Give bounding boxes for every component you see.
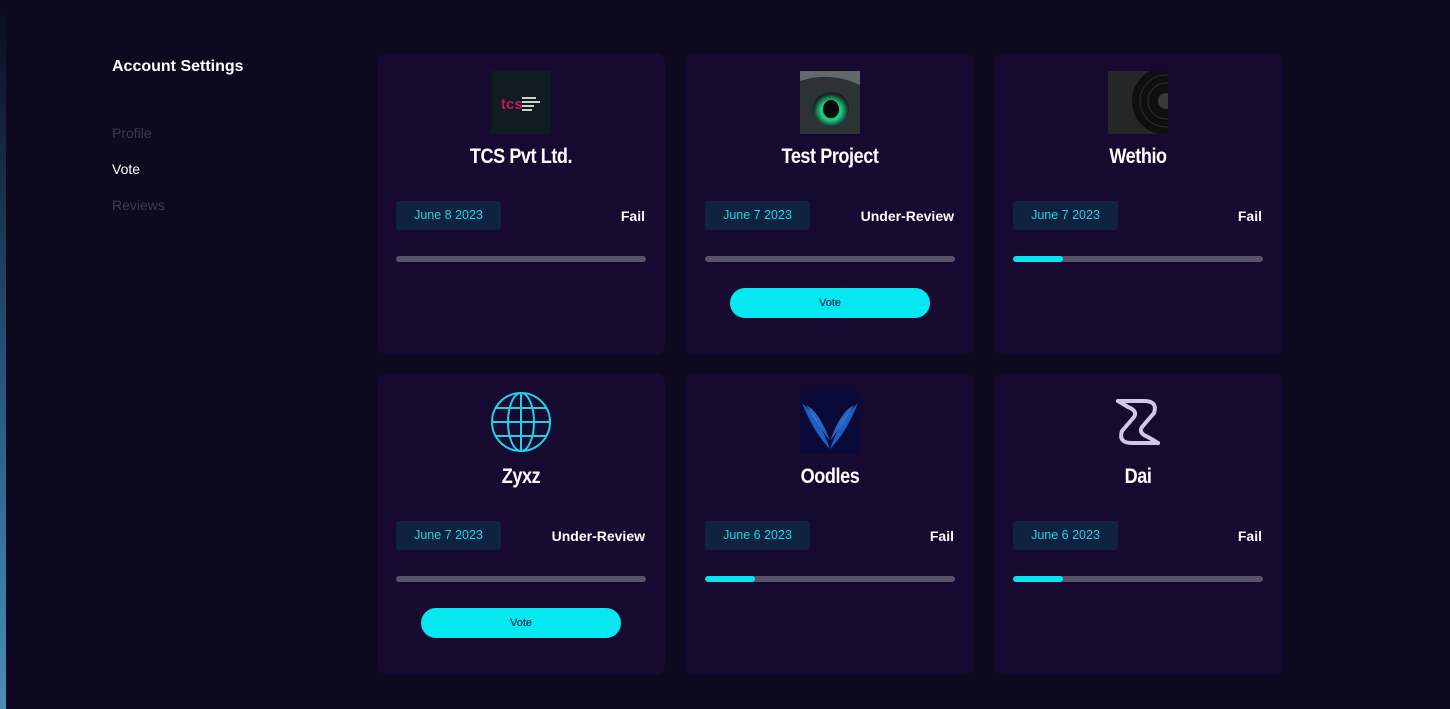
progress-bar	[396, 256, 646, 262]
sidebar-item-vote[interactable]: Vote	[112, 160, 342, 178]
status-text: Fail	[1237, 208, 1262, 224]
project-name: Test Project	[781, 145, 879, 168]
progress-bar	[705, 576, 955, 582]
sidebar-item-reviews[interactable]: Reviews	[112, 196, 342, 214]
tcs-logo-text: tcs	[501, 96, 523, 113]
sidebar: Account Settings Profile Vote Reviews	[112, 58, 342, 232]
globe-icon	[491, 391, 551, 454]
dai-logo	[1108, 391, 1168, 454]
project-card: Dai June 6 2023 Fail	[994, 374, 1282, 674]
project-card: tcs TCS Pvt Ltd. June 8 2023 Fail	[377, 54, 665, 354]
green-eye-image	[800, 71, 860, 134]
project-name: TCS Pvt Ltd.	[469, 145, 573, 168]
vote-button[interactable]: Vote	[730, 288, 930, 318]
vinyl-record-image	[1108, 71, 1168, 134]
progress-fill	[1013, 256, 1063, 262]
status-text: Under-Review	[551, 528, 645, 544]
vote-button[interactable]: Vote	[421, 608, 621, 638]
date-badge: June 6 2023	[1013, 521, 1118, 550]
project-name: Oodles	[800, 465, 860, 488]
project-card: Oodles June 6 2023 Fail	[686, 374, 974, 674]
progress-bar	[705, 256, 955, 262]
app-window: Account Settings Profile Vote Reviews tc…	[6, 6, 1450, 709]
status-text: Fail	[1237, 528, 1262, 544]
sidebar-title: Account Settings	[112, 58, 244, 75]
project-card: Zyxz June 7 2023 Under-Review Vote	[377, 374, 665, 674]
wings-logo	[800, 391, 860, 454]
progress-bar	[1013, 576, 1263, 582]
progress-bar	[1013, 256, 1263, 262]
progress-fill	[705, 576, 755, 582]
sidebar-item-profile[interactable]: Profile	[112, 124, 342, 142]
project-name: Wethio	[1109, 145, 1167, 168]
status-text: Fail	[620, 208, 645, 224]
date-badge: June 7 2023	[705, 201, 810, 230]
status-text: Fail	[929, 528, 954, 544]
status-text: Under-Review	[860, 208, 954, 224]
project-name: Zyxz	[501, 465, 541, 488]
date-badge: June 8 2023	[396, 201, 501, 230]
date-badge: June 6 2023	[705, 521, 810, 550]
project-card: Test Project June 7 2023 Under-Review Vo…	[686, 54, 974, 354]
project-card: Wethio June 7 2023 Fail	[994, 54, 1282, 354]
progress-bar	[396, 576, 646, 582]
tcs-logo: tcs	[491, 71, 551, 134]
project-name: Dai	[1124, 465, 1152, 488]
progress-fill	[1013, 576, 1063, 582]
date-badge: June 7 2023	[1013, 201, 1118, 230]
date-badge: June 7 2023	[396, 521, 501, 550]
